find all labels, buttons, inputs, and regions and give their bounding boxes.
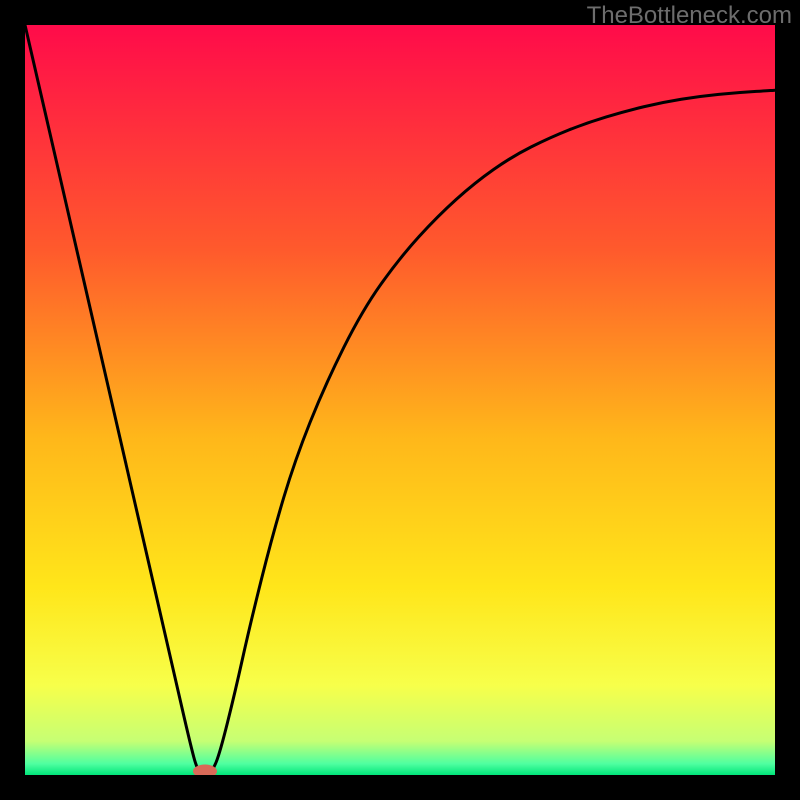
chart-svg xyxy=(25,25,775,775)
chart-frame: TheBottleneck.com xyxy=(0,0,800,800)
gradient-background xyxy=(25,25,775,775)
chart-plot-area xyxy=(25,25,775,775)
